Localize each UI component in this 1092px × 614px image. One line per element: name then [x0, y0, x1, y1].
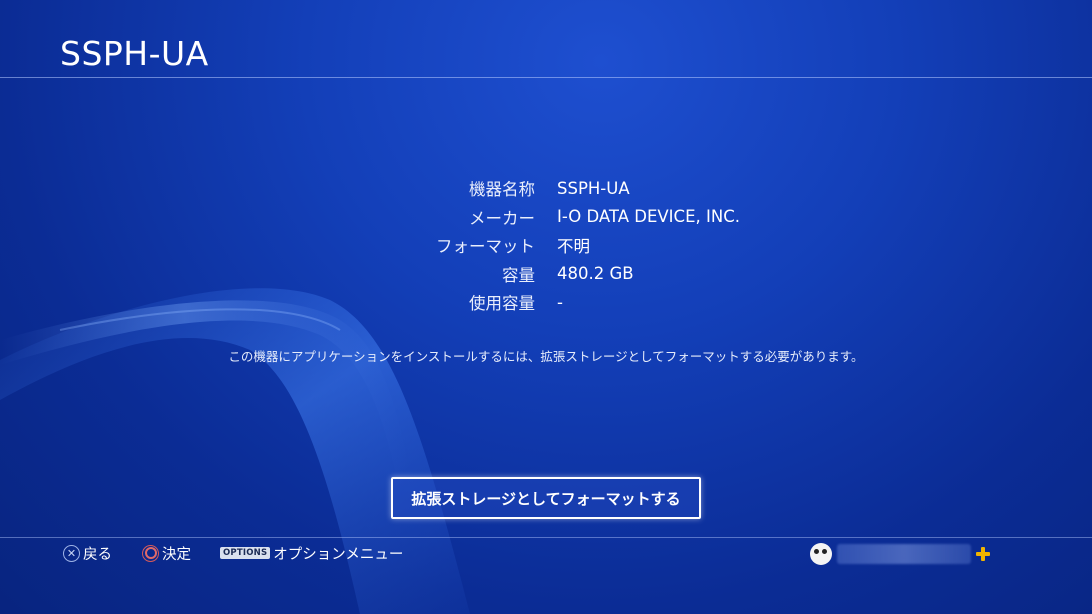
- info-label: フォーマット: [436, 237, 535, 257]
- blurred-username: [837, 544, 971, 564]
- options-hint[interactable]: OPTIONS オプションメニュー: [220, 541, 403, 565]
- user-profile[interactable]: [810, 543, 990, 565]
- info-row-manufacturer: メーカー I-O DATA DEVICE, INC.: [330, 203, 830, 232]
- header-divider: [0, 77, 1092, 78]
- page-title: SSPH-UA: [60, 34, 209, 73]
- info-label: 使用容量: [469, 294, 535, 314]
- format-as-extended-storage-button[interactable]: 拡張ストレージとしてフォーマットする: [391, 477, 701, 519]
- format-button-label: 拡張ストレージとしてフォーマットする: [411, 489, 681, 508]
- info-row-capacity: 容量 480.2 GB: [330, 260, 830, 289]
- enter-label: 決定: [162, 546, 191, 563]
- device-info-table: 機器名称 SSPH-UA メーカー I-O DATA DEVICE, INC. …: [330, 174, 830, 317]
- options-label: オプションメニュー: [273, 546, 404, 563]
- playstation-plus-icon: [976, 547, 990, 561]
- info-row-device-name: 機器名称 SSPH-UA: [330, 174, 830, 203]
- info-label: 機器名称: [469, 180, 535, 200]
- options-button-icon: OPTIONS: [220, 546, 271, 560]
- footer-divider: [0, 537, 1092, 538]
- info-value: I-O DATA DEVICE, INC.: [557, 207, 740, 227]
- info-label: 容量: [502, 265, 535, 285]
- avatar-icon: [810, 543, 832, 565]
- info-row-used-capacity: 使用容量 -: [330, 288, 830, 317]
- info-value: -: [557, 292, 563, 312]
- cross-button-icon: ✕: [63, 544, 80, 562]
- back-label: 戻る: [83, 546, 112, 563]
- info-value: 480.2 GB: [557, 264, 634, 284]
- circle-button-icon: [142, 544, 159, 562]
- back-hint[interactable]: ✕ 戻る: [63, 541, 112, 565]
- format-notice: この機器にアプリケーションをインストールするには、拡張ストレージとしてフォーマッ…: [228, 349, 864, 364]
- info-row-format: フォーマット 不明: [330, 231, 830, 260]
- enter-hint[interactable]: 決定: [142, 541, 191, 565]
- info-label: メーカー: [469, 208, 535, 228]
- info-value: 不明: [557, 237, 590, 257]
- info-value: SSPH-UA: [557, 178, 630, 198]
